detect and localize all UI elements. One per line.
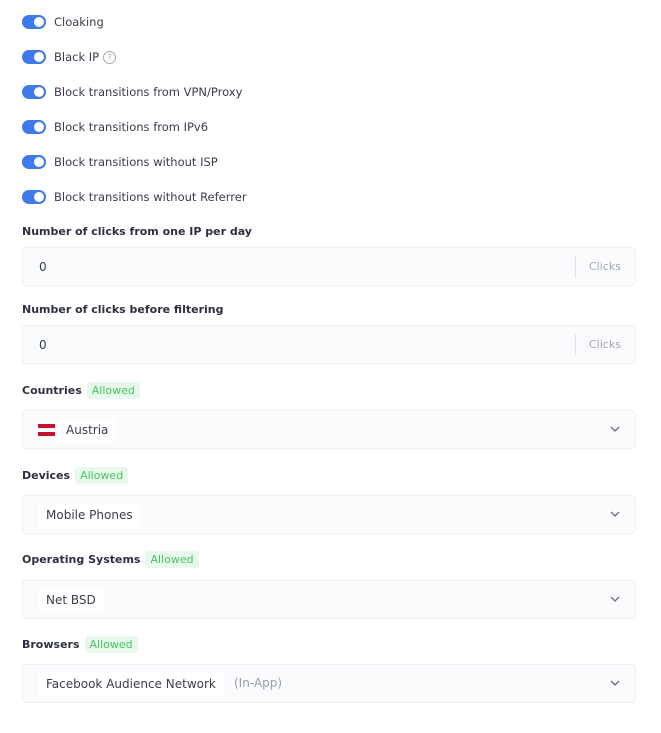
section-label-text: Number of clicks before filtering [22,303,224,316]
allowed-badge[interactable]: Allowed [86,382,140,399]
toggle-label: Block transitions from VPN/Proxy [54,85,243,99]
section-label-text: Devices [22,469,71,482]
vpn-proxy-toggle[interactable] [22,85,46,99]
toggle-knob [34,52,44,62]
clicks-unit: Clicks [589,338,621,351]
os-chip-net-bsd[interactable]: Net BSD [38,588,104,612]
toggle-label: Block transitions without ISP [54,155,218,169]
clicks-per-ip-value: 0 [39,260,47,274]
browsers-label: Browsers Allowed [22,636,138,653]
austria-flag-icon [38,424,55,436]
toggle-knob [34,17,44,27]
toggle-label: Block transitions from IPv6 [54,120,209,134]
browser-chip-suffix: (In-App) [234,676,283,690]
referrer-toggle[interactable] [22,190,46,204]
toggle-row-black-ip: Black IP ? [22,49,117,65]
chevron-down-icon[interactable] [609,677,621,689]
divider [575,334,576,356]
device-chip-mobile-phones[interactable]: Mobile Phones [38,503,141,527]
toggle-row-vpn-proxy: Block transitions from VPN/Proxy [22,84,242,100]
toggle-row-cloaking: Cloaking [22,14,104,30]
clicks-before-filter-label: Number of clicks before filtering [22,303,223,316]
section-label-text: Number of clicks from one IP per day [22,225,252,238]
chevron-down-icon[interactable] [609,593,621,605]
toggle-row-referrer: Block transitions without Referrer [22,189,247,205]
countries-label: Countries Allowed [22,382,140,399]
question-circle-icon[interactable]: ? [103,50,117,64]
section-label-text: Countries [22,384,82,397]
clicks-unit: Clicks [589,260,621,273]
toggle-label: Black IP [54,50,100,64]
isp-toggle[interactable] [22,155,46,169]
chevron-down-icon[interactable] [609,423,621,435]
operating-systems-label: Operating Systems Allowed [22,551,199,568]
black-ip-toggle[interactable] [22,50,46,64]
section-label-text: Browsers [22,638,80,651]
clicks-per-ip-label: Number of clicks from one IP per day [22,225,252,238]
clicks-before-filter-input[interactable]: 0 Clicks [22,325,636,364]
toggle-knob [34,122,44,132]
devices-select[interactable]: Mobile Phones [22,495,636,534]
allowed-badge[interactable]: Allowed [84,636,138,653]
clicks-before-filter-value: 0 [39,338,47,352]
toggle-label: Cloaking [54,15,104,29]
browsers-select[interactable]: Facebook Audience Network (In-App) [22,664,636,703]
toggle-knob [34,87,44,97]
toggle-row-ipv6: Block transitions from IPv6 [22,119,208,135]
cloaking-toggle[interactable] [22,15,46,29]
section-label-text: Operating Systems [22,553,141,566]
devices-label: Devices Allowed [22,467,129,484]
countries-select[interactable]: Austria [22,410,636,449]
ipv6-toggle[interactable] [22,120,46,134]
toggle-label: Block transitions without Referrer [54,190,247,204]
country-chip-austria[interactable]: Austria [58,418,117,442]
chevron-down-icon[interactable] [609,508,621,520]
toggle-row-isp: Block transitions without ISP [22,154,218,170]
browser-chip-facebook-audience-network[interactable]: Facebook Audience Network [38,672,224,696]
toggle-knob [34,192,44,202]
operating-systems-select[interactable]: Net BSD [22,580,636,619]
allowed-badge[interactable]: Allowed [75,467,129,484]
divider [575,256,576,278]
allowed-badge[interactable]: Allowed [145,551,199,568]
clicks-per-ip-input[interactable]: 0 Clicks [22,247,636,286]
toggle-knob [34,157,44,167]
